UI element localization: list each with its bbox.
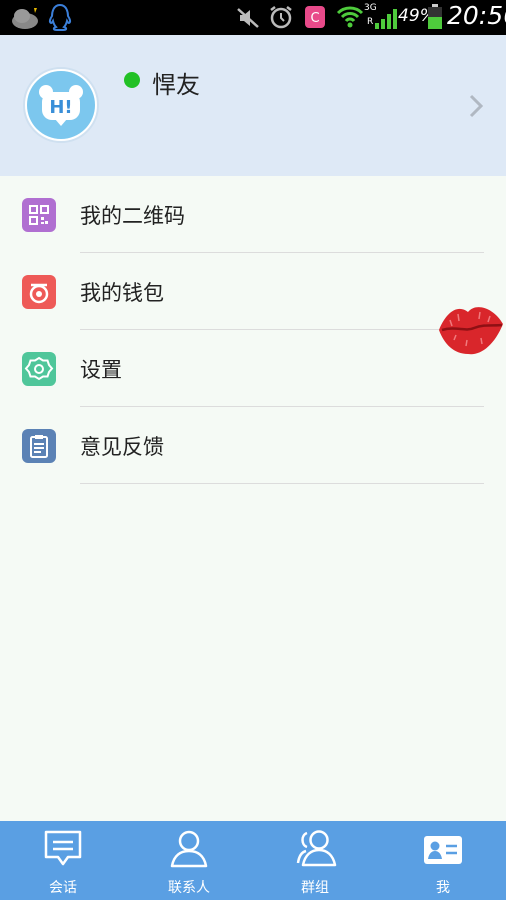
feedback-icon xyxy=(22,429,56,463)
profile-card-icon xyxy=(424,836,462,864)
tab-label: 我 xyxy=(436,880,450,896)
settings-icon xyxy=(22,352,56,386)
tab-label: 联系人 xyxy=(168,880,210,896)
battery-icon xyxy=(428,4,442,29)
group-icon xyxy=(296,830,337,867)
divider xyxy=(80,483,484,484)
chat-icon xyxy=(44,830,82,866)
wifi-icon xyxy=(336,6,364,28)
app-notification-icon: C xyxy=(305,6,325,28)
menu-item-qr-code[interactable]: 我的二维码 xyxy=(0,176,506,253)
lips-sticker-icon xyxy=(439,307,503,355)
contact-icon xyxy=(170,830,208,868)
qr-code-icon xyxy=(22,198,56,232)
tab-label: 群组 xyxy=(301,880,329,896)
avatar-text: H! xyxy=(49,97,72,118)
menu-item-label: 我的钱包 xyxy=(80,281,164,305)
status-clock: 20:56 xyxy=(447,1,506,30)
status-bar: C 3G R 49% 20:56 xyxy=(0,0,506,35)
mute-icon xyxy=(237,8,259,28)
bottom-tab-bar: 会话 联系人 群组 我 xyxy=(0,821,506,900)
avatar[interactable]: H! xyxy=(23,67,99,143)
avatar-bear-icon: H! xyxy=(27,71,95,139)
tab-groups[interactable]: 群组 xyxy=(252,821,378,900)
roaming-label: R xyxy=(367,17,374,27)
tab-chat[interactable]: 会话 xyxy=(0,821,126,900)
menu-item-wallet[interactable]: 我的钱包 xyxy=(0,253,506,330)
menu-list: 我的二维码 我的钱包 设置 意见反馈 xyxy=(0,176,506,484)
menu-item-label: 我的二维码 xyxy=(80,204,185,228)
menu-item-label: 意见反馈 xyxy=(80,435,164,459)
qq-icon xyxy=(48,3,72,31)
menu-item-label: 设置 xyxy=(80,358,122,382)
alarm-icon xyxy=(270,6,292,29)
menu-item-settings[interactable]: 设置 xyxy=(0,330,506,407)
chevron-right-icon[interactable] xyxy=(467,93,485,119)
signal-icon xyxy=(375,9,397,29)
wallet-icon xyxy=(22,275,56,309)
menu-item-feedback[interactable]: 意见反馈 xyxy=(0,407,506,484)
tab-label: 会话 xyxy=(49,880,77,896)
profile-header[interactable]: H! 悍友 xyxy=(0,35,506,176)
weather-icon xyxy=(12,8,38,29)
svg-text:C: C xyxy=(310,11,319,26)
tab-contacts[interactable]: 联系人 xyxy=(126,821,252,900)
tab-me[interactable]: 我 xyxy=(380,821,506,900)
online-status-indicator xyxy=(124,72,140,88)
username: 悍友 xyxy=(152,71,200,99)
